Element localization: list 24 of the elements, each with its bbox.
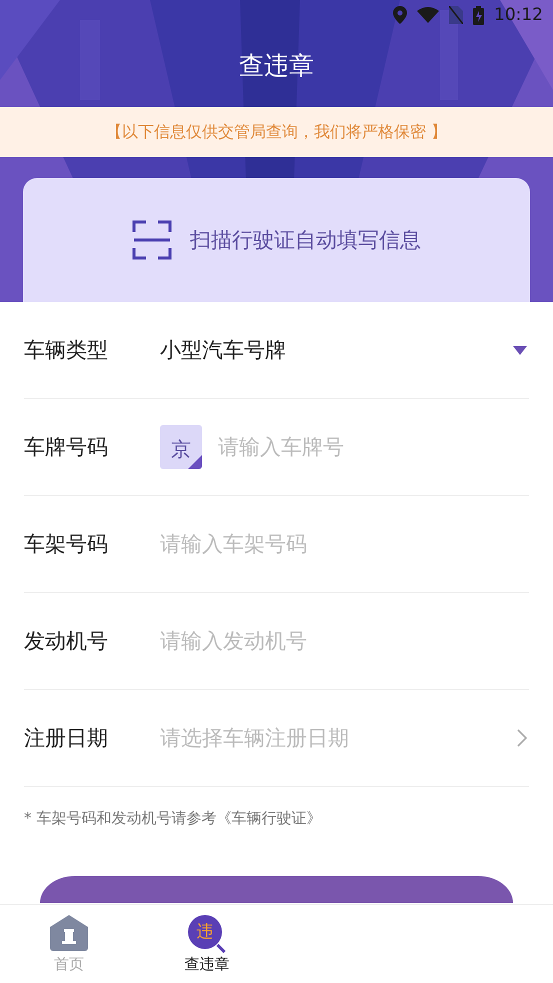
field-label: 发动机号 — [24, 628, 109, 655]
tab[interactable]: 违 查违章 — [138, 905, 276, 983]
field-label: 注册日期 — [24, 725, 109, 752]
chevron-right-icon — [517, 729, 527, 747]
home-icon — [50, 914, 88, 950]
notice-banner: 【以下信息仅供交管局查询，我们将严格保密 】 — [0, 107, 553, 157]
input-field[interactable]: 请输入车架号码 — [160, 532, 529, 556]
dropdown-icon — [513, 346, 527, 354]
location-icon — [393, 6, 407, 24]
scan-card[interactable]: 扫描行驶证自动填写信息 — [23, 178, 530, 302]
page-title: 查违章 — [239, 50, 314, 82]
input-field[interactable]: 请输入车牌号 — [218, 435, 529, 459]
wifi-icon — [417, 7, 439, 23]
scan-icon — [132, 220, 172, 260]
battery-icon — [473, 6, 484, 24]
field-label: 车架号码 — [24, 531, 109, 558]
hint-text: * 车架号码和发动机号请参考《车辆行驶证》 — [24, 808, 322, 828]
no-sim-icon — [449, 6, 463, 24]
status-time: 10:12 — [494, 5, 543, 25]
province-select[interactable]: 京 — [160, 425, 202, 469]
vehicle-type-select[interactable]: 小型汽车号牌 — [160, 336, 529, 364]
field-label: 车辆类型 — [24, 337, 109, 364]
input-field[interactable]: 请输入发动机号 — [160, 629, 529, 653]
field-label: 车牌号码 — [24, 434, 109, 461]
